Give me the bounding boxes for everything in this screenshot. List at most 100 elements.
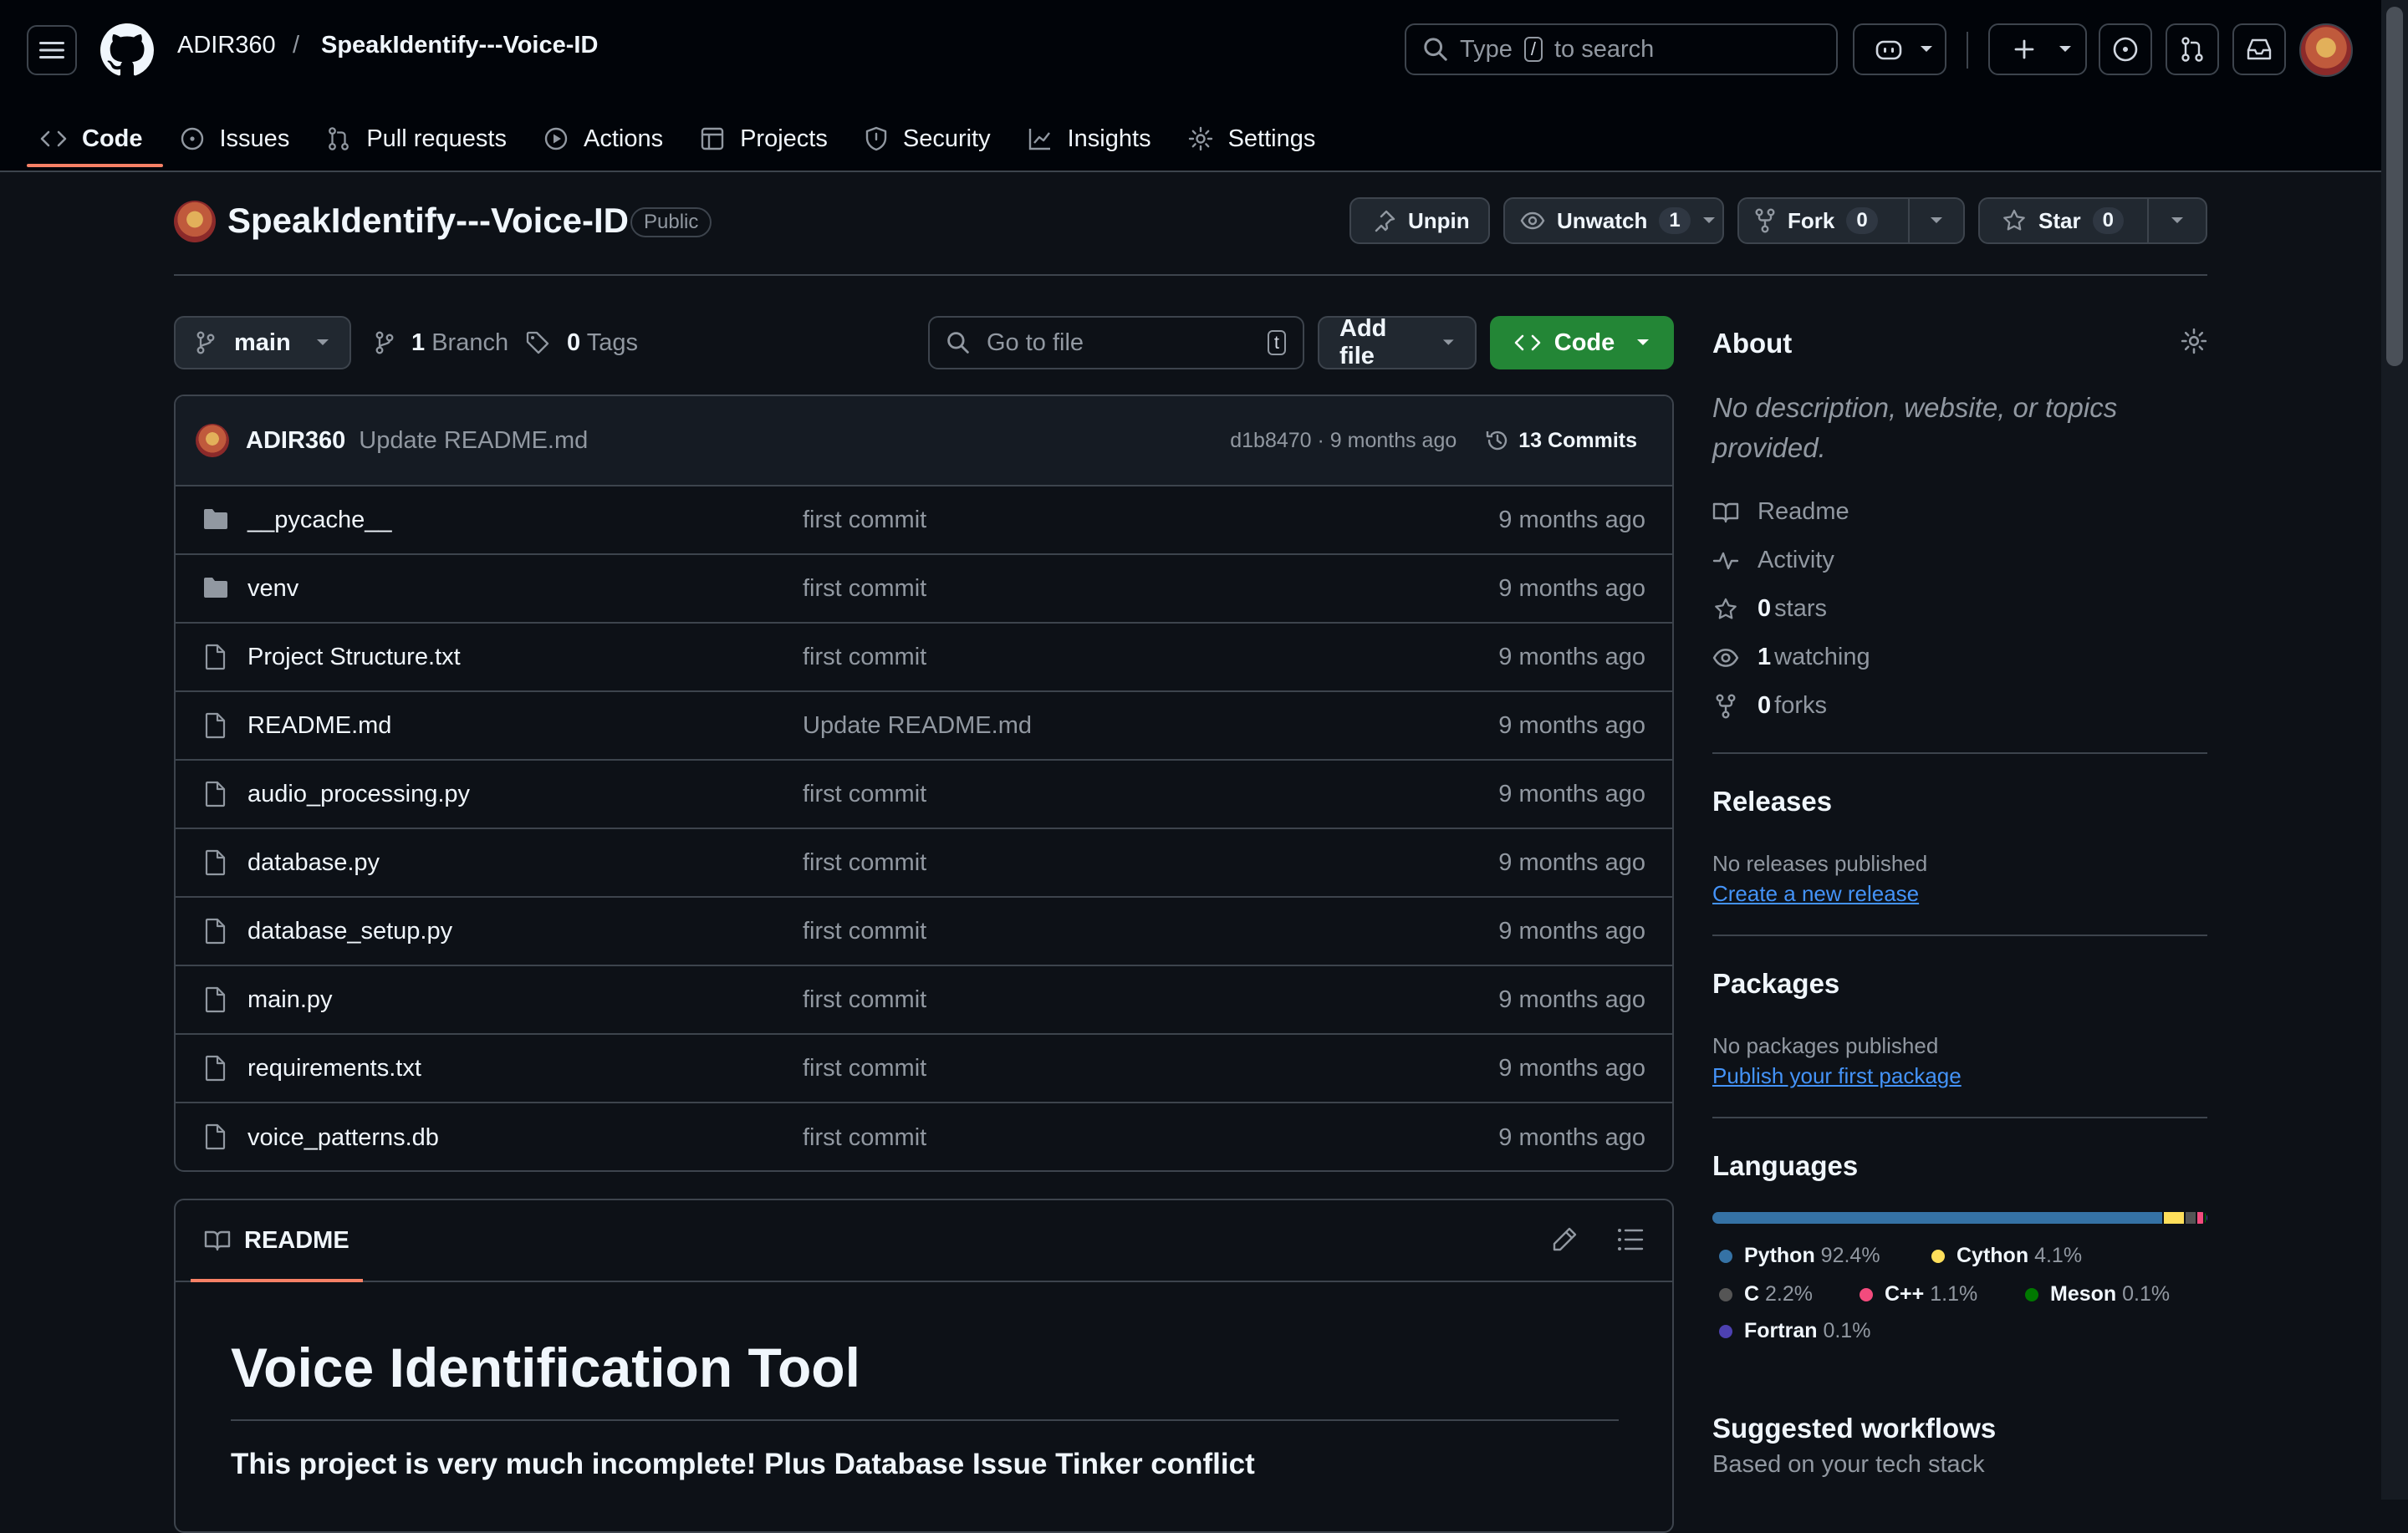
file-commit-message[interactable]: first commit <box>803 1124 926 1152</box>
file-row[interactable]: __pycache__ first commit 9 months ago <box>176 486 1672 555</box>
file-commit-message[interactable]: first commit <box>803 507 926 534</box>
file-type-icon <box>202 575 229 600</box>
file-commit-message[interactable]: first commit <box>803 575 926 603</box>
file-commit-message[interactable]: first commit <box>803 986 926 1014</box>
fork-button[interactable]: Fork 0 <box>1737 197 1965 244</box>
about-settings-button[interactable] <box>2181 328 2207 354</box>
file-name[interactable]: main.py <box>247 986 333 1014</box>
readme-link[interactable]: Readme <box>1712 498 1849 526</box>
star-dropdown[interactable] <box>2149 199 2206 242</box>
star-button[interactable]: Star 0 <box>1978 197 2207 244</box>
file-name[interactable]: database.py <box>247 849 380 877</box>
file-row[interactable]: venv first commit 9 months ago <box>176 555 1672 624</box>
add-file-button[interactable]: Add file <box>1318 315 1477 369</box>
language-item[interactable]: C 2.2% <box>1719 1282 1813 1306</box>
create-new-button[interactable] <box>1988 23 2087 75</box>
language-bar-segment <box>2197 1212 2203 1224</box>
commit-message[interactable]: Update README.md <box>359 427 588 455</box>
breadcrumb-repo[interactable]: SpeakIdentify---Voice-ID <box>321 32 598 59</box>
inbox-button[interactable] <box>2232 23 2286 75</box>
file-name[interactable]: README.md <box>247 712 391 740</box>
language-item[interactable]: Fortran 0.1% <box>1719 1319 1870 1343</box>
file-name[interactable]: venv <box>247 575 298 603</box>
tab-label: Pull requests <box>366 125 507 152</box>
language-item[interactable]: Python 92.4% <box>1719 1244 1880 1268</box>
menu-button[interactable] <box>27 25 77 75</box>
file-row[interactable]: requirements.txt first commit 9 months ago <box>176 1035 1672 1103</box>
repo-title[interactable]: SpeakIdentify---Voice-ID <box>227 201 629 241</box>
owner-avatar[interactable] <box>174 201 216 242</box>
file-name[interactable]: database_setup.py <box>247 918 452 945</box>
github-logo-icon[interactable] <box>100 23 154 77</box>
file-commit-message[interactable]: Update README.md <box>803 712 1032 740</box>
tab-insights[interactable]: Insights <box>1014 112 1171 166</box>
tab-code[interactable]: Code <box>27 112 163 167</box>
file-row[interactable]: voice_patterns.db first commit 9 months ag… <box>176 1103 1672 1170</box>
file-commit-message[interactable]: first commit <box>803 644 926 671</box>
file-commit-message[interactable]: first commit <box>803 781 926 808</box>
unwatch-button[interactable]: Unwatch 1 <box>1503 197 1724 244</box>
forks-link[interactable]: 0 forks <box>1712 692 1827 720</box>
file-name[interactable]: requirements.txt <box>247 1055 421 1082</box>
language-item[interactable]: Meson 0.1% <box>2025 1282 2170 1306</box>
breadcrumb-owner[interactable]: ADIR360 <box>177 32 276 59</box>
language-item[interactable]: C++ 1.1% <box>1860 1282 1977 1306</box>
language-name: Meson <box>2050 1282 2117 1306</box>
edit-readme-button[interactable] <box>1550 1225 1579 1254</box>
user-avatar[interactable] <box>2299 23 2353 77</box>
branches-link[interactable]: 1 Branch <box>375 316 508 369</box>
tab-actions[interactable]: Actions <box>530 112 683 166</box>
publish-package-link[interactable]: Publish your first package <box>1712 1063 1962 1089</box>
chevron-down-icon[interactable] <box>1702 216 1716 225</box>
file-row[interactable]: Project Structure.txt first commit 9 month… <box>176 624 1672 692</box>
file-row[interactable]: database_setup.py first commit 9 months ag… <box>176 898 1672 966</box>
commits-link[interactable]: 13 Commits <box>1485 428 1637 453</box>
chevron-down-icon <box>1637 339 1650 345</box>
commit-hash-time[interactable]: d1b8470 · 9 months ago <box>1230 429 1457 453</box>
language-item[interactable]: Cython 4.1% <box>1931 1244 2082 1268</box>
file-name[interactable]: voice_patterns.db <box>247 1124 439 1152</box>
file-row[interactable]: audio_processing.py first commit 9 months … <box>176 761 1672 829</box>
commit-author-avatar[interactable] <box>196 424 229 457</box>
watching-link[interactable]: 1 watching <box>1712 644 1870 671</box>
file-icon <box>205 712 226 739</box>
commit-author[interactable]: ADIR360 <box>246 427 345 455</box>
tab-security[interactable]: Security <box>851 112 1011 166</box>
tags-link[interactable]: 0 Tags <box>525 316 638 369</box>
search-shortcut-key: / <box>1523 37 1543 62</box>
tab-settings[interactable]: Settings <box>1175 112 1336 166</box>
go-to-file-input[interactable]: Go to file t <box>928 316 1304 369</box>
file-commit-message[interactable]: first commit <box>803 849 926 877</box>
create-release-link[interactable]: Create a new release <box>1712 881 1919 907</box>
tab-pull-requests[interactable]: Pull requests <box>313 112 527 166</box>
code-button[interactable]: Code <box>1490 316 1674 369</box>
scrollbar-thumb[interactable] <box>2386 7 2403 366</box>
play-icon <box>544 127 568 150</box>
search-input[interactable]: Type / to search <box>1405 23 1838 75</box>
unpin-button[interactable]: Unpin <box>1349 197 1490 244</box>
file-row[interactable]: README.md Update README.md 9 months ago <box>176 692 1672 761</box>
file-row[interactable]: database.py first commit 9 months ago <box>176 829 1672 898</box>
tab-projects[interactable]: Projects <box>686 112 848 166</box>
tab-issues[interactable]: Issues <box>166 112 310 166</box>
stars-link[interactable]: 0 stars <box>1712 595 1827 623</box>
file-name[interactable]: audio_processing.py <box>247 781 470 808</box>
fork-dropdown[interactable] <box>1910 199 1963 242</box>
pull-requests-button[interactable] <box>2166 23 2219 75</box>
activity-link[interactable]: Activity <box>1712 547 1834 574</box>
packages-title[interactable]: Packages <box>1712 968 1839 1000</box>
file-commit-message[interactable]: first commit <box>803 918 926 945</box>
branch-select[interactable]: main <box>174 316 351 369</box>
issues-button[interactable] <box>2099 23 2152 75</box>
file-name[interactable]: __pycache__ <box>247 507 392 534</box>
releases-title[interactable]: Releases <box>1712 786 1832 817</box>
file-row[interactable]: main.py first commit 9 months ago <box>176 966 1672 1035</box>
fork-icon <box>1755 208 1775 233</box>
file-name[interactable]: Project Structure.txt <box>247 644 461 671</box>
scrollbar[interactable] <box>2381 0 2408 1500</box>
outline-button[interactable] <box>1617 1227 1644 1252</box>
file-commit-message[interactable]: first commit <box>803 1055 926 1082</box>
commits-count: 13 Commits <box>1518 428 1637 452</box>
copilot-button[interactable] <box>1853 23 1946 75</box>
readme-tab[interactable]: README <box>191 1200 363 1282</box>
